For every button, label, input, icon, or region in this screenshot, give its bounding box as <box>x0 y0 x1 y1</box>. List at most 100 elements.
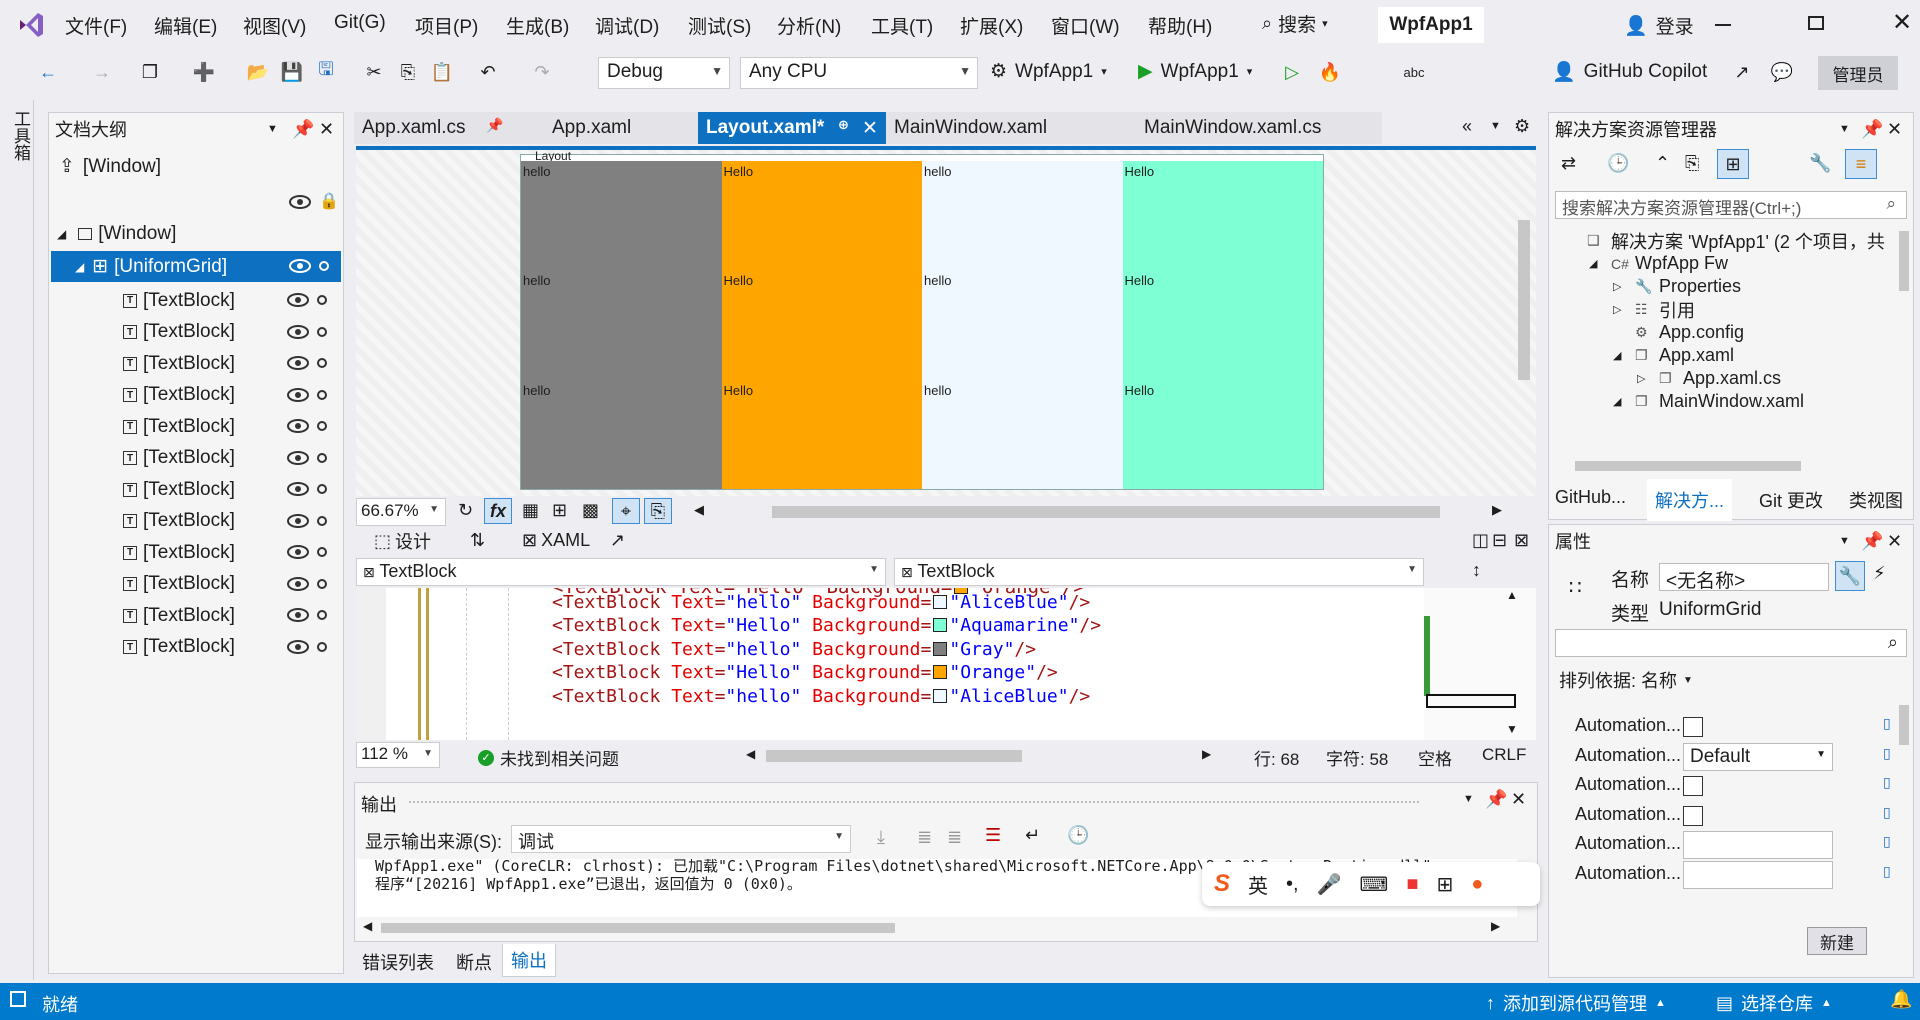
next-message-icon[interactable]: ≣ <box>947 827 962 848</box>
close-icon[interactable]: ✕ <box>1887 531 1902 552</box>
property-checkbox[interactable] <box>1683 717 1703 737</box>
eye-icon[interactable] <box>287 545 309 559</box>
outline-textblock-node[interactable]: T [TextBlock] <box>49 569 343 600</box>
tab-design[interactable]: ⬚ 设计 <box>374 528 431 554</box>
tab-mainwindow-xaml[interactable]: MainWindow.xaml <box>886 112 1124 144</box>
lock-open-icon[interactable] <box>317 358 327 368</box>
code-zoom-combo[interactable]: 112 % ▼ <box>356 742 440 768</box>
eye-icon[interactable] <box>287 482 309 496</box>
code-editor[interactable]: <TextBlock Text="Hello" Background="Oran… <box>356 588 1536 740</box>
eye-icon[interactable] <box>287 513 309 528</box>
timestamp-icon[interactable]: 🕒 <box>1067 825 1089 846</box>
menu-build[interactable]: 生成(B) <box>506 12 569 39</box>
eye-icon[interactable] <box>287 356 309 370</box>
lock-open-icon[interactable] <box>317 484 327 494</box>
eye-icon[interactable] <box>289 195 311 209</box>
checker-icon[interactable]: ▩ <box>582 500 599 521</box>
grid-cell-textblock[interactable]: Hello <box>721 270 922 380</box>
eye-icon[interactable] <box>287 419 309 433</box>
expander-icon[interactable]: ◢ <box>1613 349 1621 362</box>
open-folder-icon[interactable]: 📂 <box>244 58 272 86</box>
chevron-down-icon[interactable]: ▼ <box>267 123 278 135</box>
tab-layout-xaml[interactable]: Layout.xaml* ⊕ ✕ <box>698 112 886 144</box>
close-window-button[interactable]: ✕ <box>1892 8 1912 37</box>
show-all-files-icon[interactable]: ⎘ <box>1685 153 1699 174</box>
grid-cell-textblock[interactable]: Hello <box>721 379 922 489</box>
properties-search-input[interactable]: ⌕ <box>1555 629 1907 657</box>
eye-icon[interactable] <box>287 324 309 339</box>
eol-indicator[interactable]: CRLF <box>1482 745 1526 765</box>
lock-icon[interactable]: 🔒 <box>319 191 339 211</box>
menu-extensions[interactable]: 扩展(X) <box>960 12 1023 39</box>
grid-cell-textblock[interactable]: hello <box>521 270 722 380</box>
menu-edit[interactable]: 编辑(E) <box>154 12 217 39</box>
scroll-right-icon[interactable]: ▶ <box>1491 919 1500 933</box>
eye-icon[interactable] <box>287 639 309 654</box>
output-source-combo[interactable]: 调试 ▼ <box>511 825 851 853</box>
punctuation-icon[interactable]: •, <box>1286 873 1299 896</box>
database-icon[interactable]: ▯ <box>1883 774 1891 791</box>
expand-down-icon[interactable]: ◢ <box>57 227 66 241</box>
tab-error-list[interactable]: 错误列表 <box>354 946 442 978</box>
grid-toggle-icon[interactable]: ▦ <box>522 500 539 521</box>
pin-icon[interactable]: 📌 <box>486 117 503 134</box>
new-button[interactable]: 新建 <box>1807 927 1867 955</box>
search-icon[interactable]: ⌕ <box>1886 194 1896 214</box>
paste-icon[interactable]: 📋 <box>428 58 456 86</box>
menu-tools[interactable]: 工具(T) <box>871 12 933 39</box>
solution-tree-node[interactable]: ◢ ❐ MainWindow.xaml <box>1549 386 1899 417</box>
name-field[interactable]: <无名称> <box>1659 563 1829 592</box>
menu-help[interactable]: 帮助(H) <box>1148 12 1212 39</box>
minimize-button[interactable] <box>1715 24 1731 26</box>
issues-indicator[interactable]: ✓ 未找到相关问题 <box>478 745 619 770</box>
scroll-right-icon[interactable]: ▶ <box>1202 747 1211 761</box>
lock-open-icon[interactable] <box>317 421 327 431</box>
sort-by-button[interactable]: 排列依据: 名称 ▼ <box>1559 667 1693 693</box>
grid-cell-textblock[interactable]: hello <box>521 379 722 489</box>
scroll-left-icon[interactable]: ◀ <box>363 919 372 933</box>
spellcheck-icon[interactable]: abc <box>1400 58 1428 86</box>
minimap-thumb[interactable] <box>1426 694 1516 708</box>
tab-output[interactable]: 输出 <box>502 944 556 977</box>
scroll-tabs-left-icon[interactable]: « <box>1462 116 1472 137</box>
config-combo[interactable]: Debug ▼ <box>598 57 730 89</box>
mascot-icon[interactable]: ● <box>1471 873 1483 896</box>
gift-icon[interactable]: ■ <box>1406 873 1418 896</box>
split-horizontal-icon[interactable]: ⊟ <box>1492 530 1507 551</box>
clear-all-icon[interactable]: ☰ <box>985 825 1001 846</box>
snap-grid-icon[interactable]: ⊞ <box>552 500 567 521</box>
keyboard-icon[interactable]: ⌨ <box>1359 872 1388 897</box>
split-vertical-icon[interactable]: ◫ <box>1472 530 1489 551</box>
minimap-scroll-up-icon[interactable]: ▲ <box>1506 588 1518 602</box>
lock-open-icon[interactable] <box>317 326 327 337</box>
grid-cell-textblock[interactable]: hello <box>922 161 1123 271</box>
designer-hscroll[interactable] <box>772 506 1440 518</box>
swap-panes-icon[interactable]: ⇅ <box>470 530 485 551</box>
expand-down-icon[interactable]: ◢ <box>75 260 84 274</box>
ime-toolbar[interactable]: S 英 •, 🎤 ⌨ ■ ⊞ ● <box>1202 862 1540 906</box>
eye-icon[interactable] <box>287 387 309 402</box>
tab-app-xaml[interactable]: App.xaml <box>532 112 698 144</box>
copy-icon[interactable]: ⎘ <box>394 58 422 86</box>
pin-icon[interactable]: 📌 <box>1485 789 1507 810</box>
platform-combo[interactable]: Any CPU ▼ <box>740 57 978 89</box>
close-icon[interactable]: ✕ <box>862 117 878 140</box>
refresh-icon[interactable]: ↻ <box>458 500 473 521</box>
tab-xaml[interactable]: ⊠ XAML <box>522 530 590 551</box>
char-indicator[interactable]: 字符: 58 <box>1326 745 1388 770</box>
hot-reload-icon[interactable]: 🔥 <box>1316 58 1344 86</box>
outline-textblock-node[interactable]: T [TextBlock] <box>49 317 343 348</box>
eye-icon[interactable] <box>287 450 309 465</box>
menu-analyze[interactable]: 分析(N) <box>777 12 841 39</box>
tab-mainwindow-xaml-cs[interactable]: MainWindow.xaml.cs <box>1124 112 1382 144</box>
property-combo[interactable]: Default ▼ <box>1683 742 1833 771</box>
save-all-icon[interactable]: 🖫 <box>312 58 340 86</box>
tab-github[interactable]: GitHub... <box>1555 487 1626 508</box>
lock-open-icon[interactable] <box>317 295 327 305</box>
vs-logo-icon[interactable] <box>16 10 46 40</box>
properties-vscroll[interactable] <box>1899 705 1909 745</box>
expander-icon[interactable]: ▷ <box>1637 372 1645 385</box>
element-member-combo[interactable]: ⊠ TextBlock ▼ <box>894 558 1424 586</box>
outline-textblock-node[interactable]: T [TextBlock] <box>49 411 343 442</box>
events-icon[interactable]: ⚡ <box>1873 563 1886 584</box>
